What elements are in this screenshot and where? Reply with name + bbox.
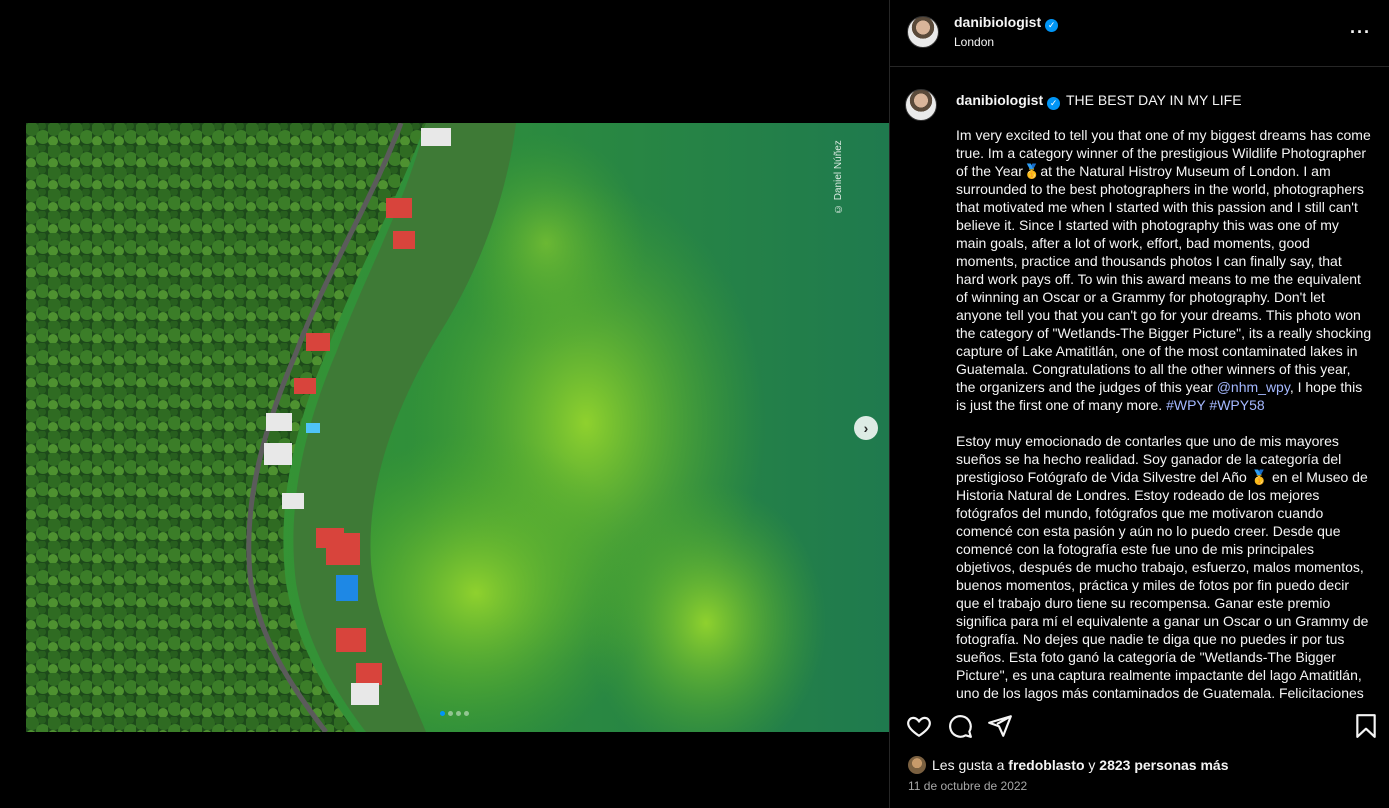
likes-count[interactable]: 2823 personas más	[1099, 757, 1228, 773]
caption-section: danibiologist ✓ THE BEST DAY IN MY LIFE I…	[890, 68, 1389, 702]
carousel-dot	[448, 711, 453, 716]
chevron-right-icon: ›	[863, 420, 869, 436]
post-location[interactable]: London	[954, 35, 994, 49]
carousel-dot	[456, 711, 461, 716]
caption-english: Im very excited to tell you that one of …	[956, 126, 1372, 414]
save-button[interactable]	[1353, 713, 1379, 739]
liker-username[interactable]: fredoblasto	[1008, 757, 1084, 773]
verified-badge-icon: ✓	[1047, 97, 1061, 110]
caption-text: Im very excited to tell you that one of …	[956, 126, 1372, 702]
author-avatar[interactable]	[907, 16, 939, 48]
caption-spanish: Estoy muy emocionado de contarles que un…	[956, 433, 1369, 701]
mention-link[interactable]: @nhm_wpy	[1217, 379, 1290, 395]
post-panel: danibiologist ✓ London ··· danibiologist ✓…	[889, 0, 1389, 808]
comment-button[interactable]	[947, 713, 973, 739]
more-options-icon: ···	[1350, 22, 1371, 42]
heart-icon	[907, 716, 931, 738]
like-button[interactable]	[906, 713, 932, 739]
likes-prefix: Les gusta a	[932, 757, 1005, 773]
media-area: © Daniel Núñez ›	[0, 0, 889, 808]
caption-username[interactable]: danibiologist	[956, 92, 1043, 108]
carousel-indicator	[440, 711, 469, 716]
carousel-dot	[440, 711, 445, 716]
comment-icon	[949, 715, 972, 738]
post-photo[interactable]: © Daniel Núñez	[26, 123, 889, 732]
caption-avatar[interactable]	[905, 89, 937, 121]
verified-badge-icon: ✓	[1045, 19, 1059, 32]
caption-header: danibiologist ✓ THE BEST DAY IN MY LIFE	[956, 92, 1242, 110]
hashtags-link[interactable]: #WPY #WPY58	[1166, 397, 1265, 413]
aerial-lake-image	[26, 123, 889, 732]
share-icon	[988, 715, 1012, 737]
more-options-button[interactable]: ···	[1350, 22, 1371, 43]
likes-summary: Les gusta a fredoblasto y 2823 personas …	[908, 756, 1229, 774]
likes-connector: y	[1088, 757, 1096, 773]
photo-credit: © Daniel Núñez	[833, 140, 844, 214]
post-date[interactable]: 11 de octubre de 2022	[908, 779, 1027, 793]
share-button[interactable]	[987, 713, 1013, 739]
post-header: danibiologist ✓ London ···	[890, 0, 1389, 67]
author-username[interactable]: danibiologist ✓	[954, 14, 1059, 32]
caption-headline: THE BEST DAY IN MY LIFE	[1066, 92, 1242, 108]
next-slide-button[interactable]: ›	[854, 416, 878, 440]
carousel-dot	[464, 711, 469, 716]
liker-avatar	[908, 756, 926, 774]
bookmark-icon	[1356, 714, 1376, 738]
username-text[interactable]: danibiologist	[954, 14, 1041, 30]
action-bar	[890, 702, 1389, 750]
caption-english-text: Im very excited to tell you that one of …	[956, 127, 1372, 395]
